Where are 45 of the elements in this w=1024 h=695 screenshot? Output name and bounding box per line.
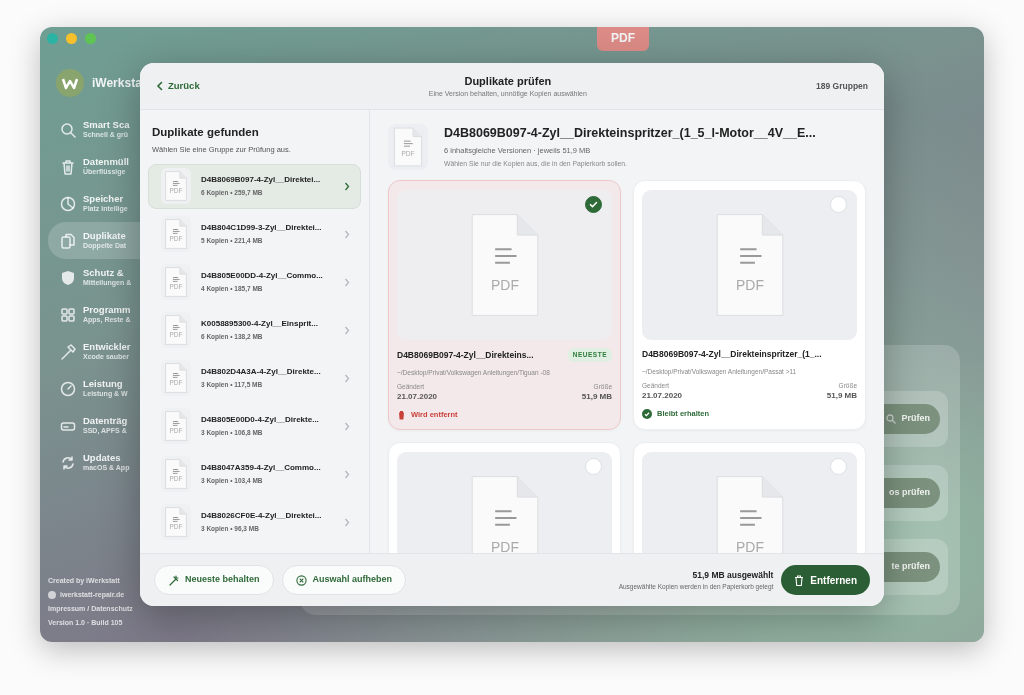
shield-icon [60,269,76,286]
grid-icon [60,306,76,323]
file-name: D4B8069B097-4-Zyl__Direkteinspritzer_(1_... [642,348,822,361]
pie-chart-icon [60,195,76,212]
size-value: 51,9 MB [826,390,857,403]
search-icon [886,414,897,424]
chevron-right-icon [344,229,350,239]
chevron-right-icon [344,517,350,527]
select-checkbox[interactable] [585,196,602,213]
search-icon [60,121,76,138]
check-circle-icon [642,408,652,419]
back-chevron-icon [156,81,163,91]
chevron-right-icon [344,469,350,479]
window-minimize-button[interactable] [66,33,77,44]
app-name: iWerksta [92,75,142,91]
date-value: 21.07.2020 [642,390,683,403]
chevron-right-icon [344,277,350,287]
chevron-right-icon [344,181,350,191]
selected-size-text: 51,9 MB ausgewählt [691,568,774,582]
clear-selection-button[interactable]: Auswahl aufheben [281,565,407,595]
group-count: 189 Gruppen [816,79,868,93]
list-title: Duplikate gefunden [151,125,260,140]
dialog-title: Duplikate prüfen [463,73,553,89]
clear-icon [295,574,307,586]
refresh-icon [60,454,76,471]
hammer-icon [60,343,76,360]
chevron-right-icon [344,373,350,383]
logo-icon [56,69,84,97]
remove-button[interactable]: Entfernen [781,565,870,595]
pdf-badge: PDF [597,27,649,51]
file-name: D4B8069B097-4-Zyl__Direkteins... [397,348,534,362]
duplicate-icon [60,232,76,249]
chevron-right-icon [344,421,350,431]
date-value: 21.07.2020 [397,391,438,404]
window-zoom-button[interactable] [85,33,96,44]
gauge-icon [60,380,76,397]
keep-newest-button[interactable]: Neueste behalten [154,565,274,595]
window-close-button[interactable] [47,33,58,44]
size-value: 51,9 MB [581,391,612,404]
file-title: D4B8069B097-4-Zyl__Direkteinspritzer_(1_5_l-Motor__4V__E... [444,125,816,143]
magic-wand-icon [168,574,179,586]
file-copy-card[interactable]: PDF [388,441,621,553]
chevron-right-icon [344,325,350,335]
file-copy-card[interactable]: PDF [633,441,866,553]
back-button[interactable]: Zurück [156,78,200,94]
